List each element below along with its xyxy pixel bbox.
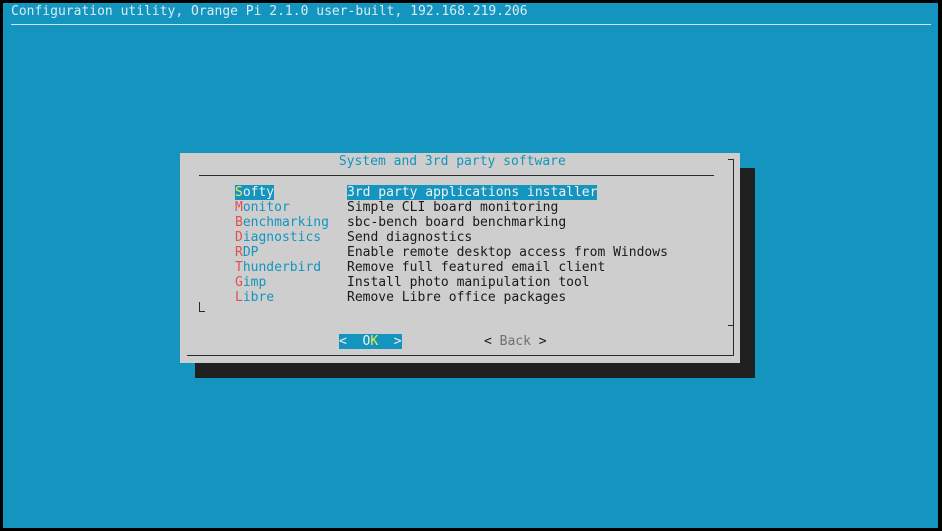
backtitle-divider [11,24,931,25]
menu-item-benchmarking[interactable]: Benchmarking sbc-bench board benchmarkin… [235,215,715,230]
hotkey-letter: L [235,290,243,305]
tag-rest: enchmarking [242,215,329,230]
menu-item-tag: Thunderbird [235,260,321,275]
menu-item-description: Enable remote desktop access from Window… [347,245,668,260]
ok-hotkey-letter: K [370,334,379,349]
menu-item-tag: Libre [235,290,274,305]
menu-item-tag: Gimp [235,275,266,290]
menu-item-tag: RDP [235,245,258,260]
back-label: Back [499,334,531,349]
back-right-bracket: > [530,334,547,349]
menu-item-libre[interactable]: Libre Remove Libre office packages [235,290,715,305]
menu-item-description: Remove full featured email client [347,260,606,275]
dialog-frame-bottom [187,355,734,356]
back-left-bracket: < [484,334,500,349]
hotkey-letter: R [235,245,243,260]
hotkey-letter: T [235,260,243,275]
dialog-title: System and 3rd party software [331,154,574,169]
menu-item-description: Send diagnostics [347,230,473,245]
menu-frame-corner [199,311,205,312]
menu-item-description: Install photo manipulation tool [347,275,590,290]
menu-frame-top [199,175,714,176]
back-button[interactable]: < Back > [484,334,547,349]
menu-item-rdp[interactable]: RDP Enable remote desktop access from Wi… [235,245,715,260]
tag-rest: hunderbird [242,260,322,275]
hotkey-letter: D [235,230,243,245]
tag-rest: iagnostics [242,230,322,245]
menu-item-tag: Benchmarking [235,215,329,230]
tag-rest: DP [242,245,259,260]
ok-left-bracket: < [339,334,363,349]
menu-dialog: System and 3rd party software Softy 3rd … [180,153,740,363]
hotkey-letter: M [235,200,243,215]
menu-item-diagnostics[interactable]: Diagnostics Send diagnostics [235,230,715,245]
hotkey-letter: S [235,185,243,200]
backtitle: Configuration utility, Orange Pi 2.1.0 u… [11,4,528,19]
menu-item-description: Remove Libre office packages [347,290,567,305]
dialog-frame-corner [728,159,734,160]
menu-item-thunderbird[interactable]: Thunderbird Remove full featured email c… [235,260,715,275]
menu-item-tag: Diagnostics [235,230,321,245]
menu-list: Softy 3rd party applications installer M… [235,185,715,305]
terminal-screen: Configuration utility, Orange Pi 2.1.0 u… [3,3,938,528]
menu-item-tag: Softy [235,185,275,200]
menu-frame-right-corner [728,325,734,326]
hotkey-letter: B [235,215,243,230]
ok-right-bracket: > [378,334,402,349]
menu-item-tag: Monitor [235,200,290,215]
ok-button[interactable]: < OK > [339,334,402,349]
menu-item-description: Simple CLI board monitoring [347,200,559,215]
tag-rest: onitor [242,200,290,215]
menu-item-gimp[interactable]: Gimp Install photo manipulation tool [235,275,715,290]
menu-item-description: 3rd party applications installer [347,185,598,200]
tag-rest: ibre [242,290,275,305]
menu-item-monitor[interactable]: Monitor Simple CLI board monitoring [235,200,715,215]
menu-item-softy[interactable]: Softy 3rd party applications installer [235,185,715,200]
hotkey-letter: G [235,275,243,290]
tag-rest: ofty [242,185,275,200]
menu-item-description: sbc-bench board benchmarking [347,215,567,230]
tag-rest: imp [242,275,267,290]
